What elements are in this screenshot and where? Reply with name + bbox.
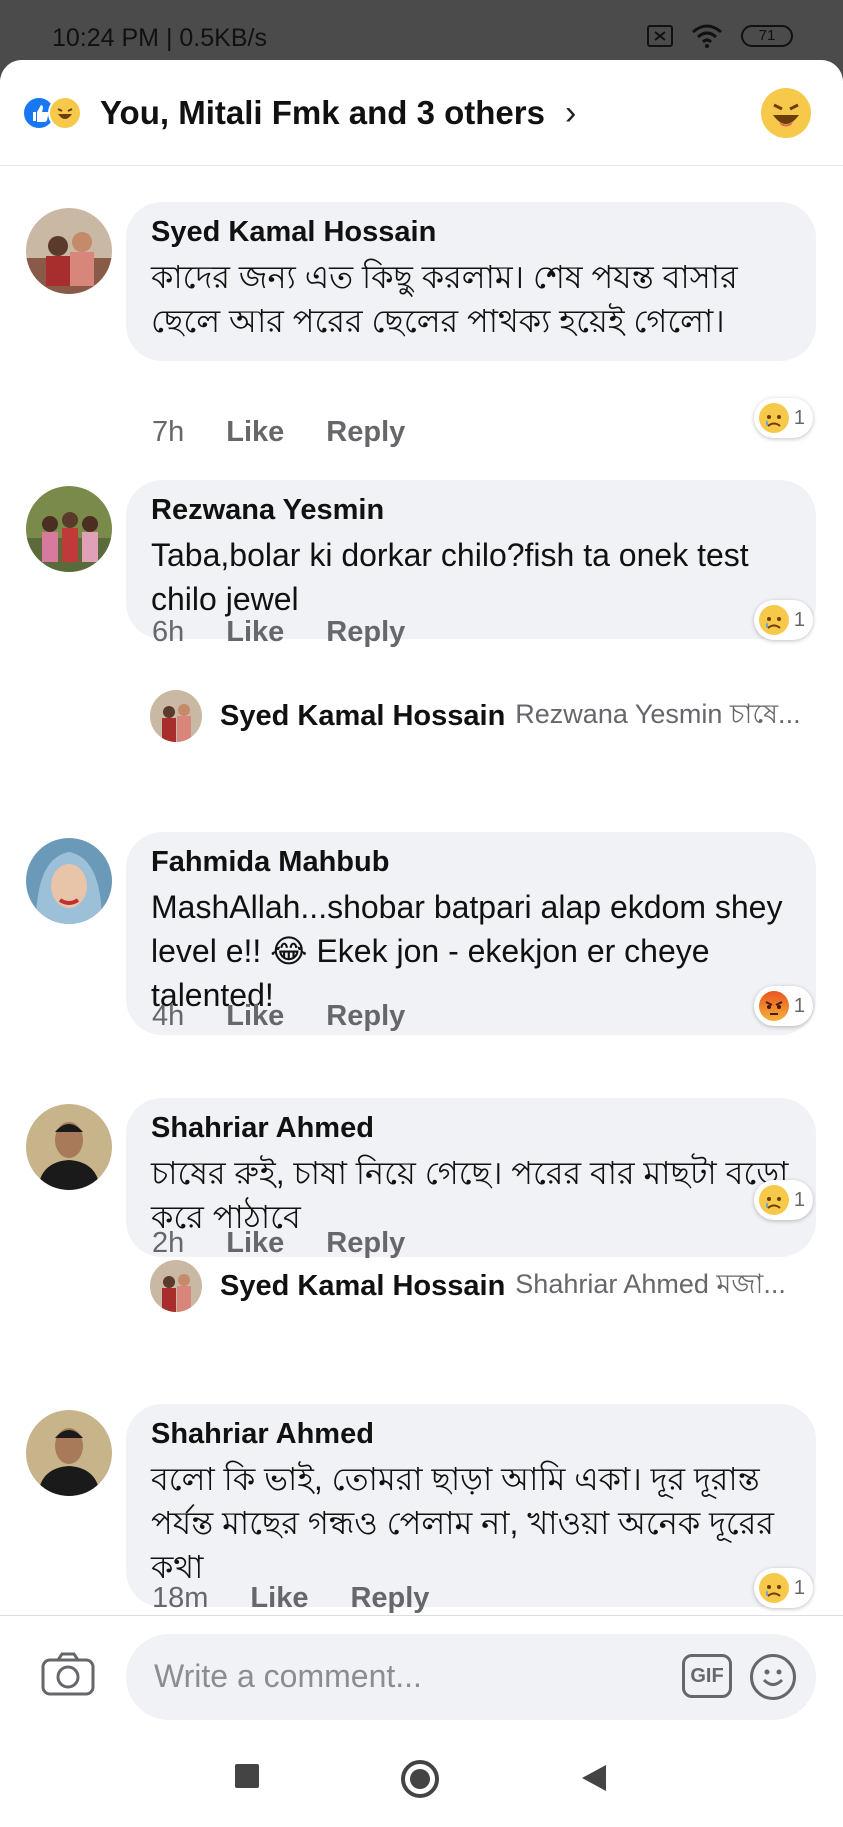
reply-button[interactable]: Reply [326, 416, 405, 449]
comment-author[interactable]: Shahriar Ahmed [151, 1112, 792, 1145]
comment-composer: GIF [0, 1615, 843, 1735]
home-icon[interactable] [400, 1759, 440, 1799]
status-time: 10:24 PM | 0.5KB/s [52, 24, 267, 52]
reaction-icons [22, 96, 82, 130]
recents-icon[interactable] [234, 1763, 260, 1789]
comment-time: 7h [152, 416, 185, 448]
gif-button[interactable]: GIF [682, 1654, 732, 1698]
battery-icon: 71 [741, 25, 793, 47]
comment-author[interactable]: Rezwana Yesmin [151, 494, 792, 527]
comment-time: 4h [152, 1000, 185, 1032]
reaction-count: 1 [793, 994, 805, 1017]
reaction-badge[interactable]: 1 [753, 398, 813, 438]
comment-time: 18m [152, 1582, 209, 1614]
system-nav-bar [0, 1735, 843, 1827]
comments-sheet: You, Mitali Fmk and 3 others › Syed Kama… [0, 60, 843, 1827]
reactions-header[interactable]: You, Mitali Fmk and 3 others › [0, 60, 843, 166]
wifi-icon [692, 24, 722, 48]
comment-actions: 4h Like Reply [152, 1000, 405, 1033]
reply-button[interactable]: Reply [326, 616, 405, 649]
comment-bubble[interactable]: Shahriar Ahmed বলো কি ভাই, তোমরা ছাড়া আ… [126, 1404, 816, 1607]
like-button[interactable]: Like [226, 616, 284, 649]
sad-react-icon [758, 403, 789, 433]
comment-actions: 7h Like Reply [152, 416, 405, 449]
avatar[interactable] [26, 208, 112, 294]
sim-icon [647, 25, 673, 47]
reaction-badge[interactable]: 1 [753, 986, 813, 1026]
comment-text: চাষের রুই, চাষা নিয়ে গেছে। পরের বার মাছ… [151, 1155, 789, 1235]
like-button[interactable]: Like [226, 416, 284, 449]
emoji-icon[interactable] [750, 1654, 796, 1700]
avatar[interactable] [26, 486, 112, 572]
reply-preview: Shahriar Ahmed মজা... [515, 1268, 786, 1299]
camera-icon[interactable] [40, 1650, 96, 1698]
reactions-title: You, Mitali Fmk and 3 others [100, 94, 545, 131]
reply-preview: Rezwana Yesmin চাষে... [515, 698, 801, 729]
like-button[interactable]: Like [250, 1582, 308, 1615]
comment-author[interactable]: Syed Kamal Hossain [151, 216, 792, 249]
collapsed-reply[interactable]: Syed Kamal Hossain Rezwana Yesmin চাষে..… [150, 686, 820, 746]
comment-input-box: GIF [126, 1634, 816, 1720]
comment-text: MashAllah...shobar batpari alap ekdom sh… [151, 889, 783, 1013]
comment-bubble[interactable]: Syed Kamal Hossain কাদের জন্য এত কিছু কর… [126, 202, 816, 361]
reaction-count: 1 [793, 608, 805, 631]
reaction-count: 1 [793, 1188, 805, 1211]
reply-button[interactable]: Reply [326, 1000, 405, 1033]
avatar[interactable] [26, 1104, 112, 1190]
comment-time: 6h [152, 616, 185, 648]
comment-actions: 18m Like Reply [152, 1582, 429, 1615]
reaction-badge[interactable]: 1 [753, 1568, 813, 1608]
reply-button[interactable]: Reply [350, 1582, 429, 1615]
reaction-badge[interactable]: 1 [753, 600, 813, 640]
sad-react-icon [758, 1573, 789, 1603]
haha-react-icon [48, 96, 82, 130]
comment-actions: 6h Like Reply [152, 616, 405, 649]
reaction-count: 1 [793, 1576, 805, 1599]
reaction-badge[interactable]: 1 [753, 1180, 813, 1220]
avatar [150, 690, 202, 742]
reply-author[interactable]: Syed Kamal Hossain [220, 1270, 505, 1303]
comment-text: বলো কি ভাই, তোমরা ছাড়া আমি একা। দূর দূর… [151, 1461, 774, 1585]
comment-text: Taba,bolar ki dorkar chilo?fish ta onek … [151, 537, 749, 617]
chevron-right-icon[interactable]: › [565, 94, 576, 133]
avatar [150, 1260, 202, 1312]
haha-emoji-icon[interactable] [761, 88, 811, 138]
avatar[interactable] [26, 838, 112, 924]
comment-author[interactable]: Shahriar Ahmed [151, 1418, 792, 1451]
comment-input[interactable] [154, 1654, 624, 1698]
collapsed-reply[interactable]: Syed Kamal Hossain Shahriar Ahmed মজা... [150, 1256, 820, 1316]
reaction-count: 1 [793, 406, 805, 429]
like-button[interactable]: Like [226, 1000, 284, 1033]
status-icons: 71 [647, 24, 793, 48]
sad-react-icon [758, 605, 789, 635]
reply-author[interactable]: Syed Kamal Hossain [220, 700, 505, 733]
back-icon[interactable] [580, 1763, 608, 1793]
avatar[interactable] [26, 1410, 112, 1496]
sad-react-icon [758, 1185, 789, 1215]
comment-text: কাদের জন্য এত কিছু করলাম। শেষ পযন্ত বাসা… [151, 259, 738, 339]
comment-author[interactable]: Fahmida Mahbub [151, 846, 792, 879]
angry-react-icon [758, 991, 789, 1021]
